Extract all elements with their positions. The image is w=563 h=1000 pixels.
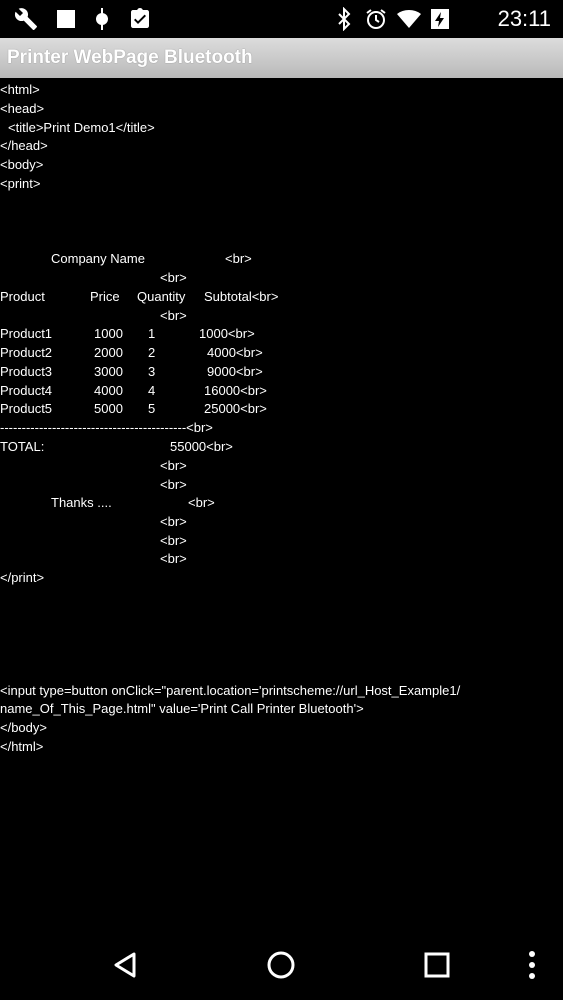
recents-button[interactable] [417,945,457,985]
thanks-text: Thanks .... [51,495,112,510]
br-tag: <br> [225,251,252,266]
wrench-icon [14,8,37,30]
row-price: 3000 [94,364,123,379]
input-tag-line1: <input type=button onClick="parent.locat… [0,683,461,698]
head-open-tag: <head> [0,101,45,116]
row-qty: 3 [148,364,156,379]
action-bar: Printer WebPage Bluetooth [0,38,563,78]
battery-icon [431,9,449,29]
wifi-icon [397,10,421,28]
print-close-tag: </print> [0,570,45,585]
header-subtotal: Subtotal<br> [204,289,279,304]
br-tag: <br> [160,533,187,548]
back-icon [114,952,136,978]
row-subtotal: 9000<br> [207,364,263,379]
br-tag: <br> [160,458,187,473]
row-qty: 1 [148,326,156,341]
webview-content[interactable]: <html> <head> <title>Print Demo1</title>… [0,80,563,940]
app-title: Printer WebPage Bluetooth [7,47,253,68]
total-label: TOTAL: [0,439,45,454]
row-price: 1000 [94,326,123,341]
status-bar: 23:11 [0,0,563,38]
back-button[interactable] [105,945,145,985]
row-subtotal: 1000<br> [199,326,255,341]
br-tag: <br> [160,551,187,566]
recents-icon [424,952,450,978]
row-subtotal: 16000<br> [204,383,267,398]
clock: 23:11 [497,6,551,31]
html-open-tag: <html> [0,82,40,97]
home-icon [267,951,295,979]
row-product: Product3 [0,364,53,379]
br-tag: <br> [188,495,215,510]
row-product: Product5 [0,401,53,416]
divider-line: ----------------------------------------… [0,420,213,435]
overflow-menu-button[interactable] [512,945,552,985]
square-icon [57,10,75,28]
row-qty: 5 [148,401,156,416]
row-price: 5000 [94,401,123,416]
row-price: 2000 [94,345,123,360]
home-button[interactable] [261,945,301,985]
row-qty: 2 [148,345,156,360]
bluetooth-icon [338,7,351,31]
row-product: Product2 [0,345,53,360]
head-close-tag: </head> [0,138,48,153]
row-product: Product4 [0,383,53,398]
company-name: Company Name [51,251,145,266]
row-qty: 4 [148,383,156,398]
header-product: Product [0,289,45,304]
br-tag: <br> [160,308,187,323]
clipboard-check-icon [131,8,149,28]
br-tag: <br> [160,514,187,529]
navigation-bar [0,930,563,1000]
row-price: 4000 [94,383,123,398]
body-close-tag: </body> [0,720,47,735]
input-tag-line2: name_Of_This_Page.html" value='Print Cal… [0,701,364,716]
header-quantity: Quantity [137,289,186,304]
row-subtotal: 25000<br> [204,401,267,416]
body-open-tag: <body> [0,157,44,172]
br-tag: <br> [160,477,187,492]
html-close-tag: </html> [0,739,44,754]
android-debug-icon [96,8,108,30]
alarm-icon [366,9,386,29]
overflow-menu-icon [529,951,535,979]
title-tag: <title>Print Demo1</title> [8,120,155,135]
header-price: Price [90,289,120,304]
row-product: Product1 [0,326,53,341]
br-tag: <br> [160,270,187,285]
print-open-tag: <print> [0,176,41,191]
total-value: 55000<br> [170,439,233,454]
row-subtotal: 4000<br> [207,345,263,360]
